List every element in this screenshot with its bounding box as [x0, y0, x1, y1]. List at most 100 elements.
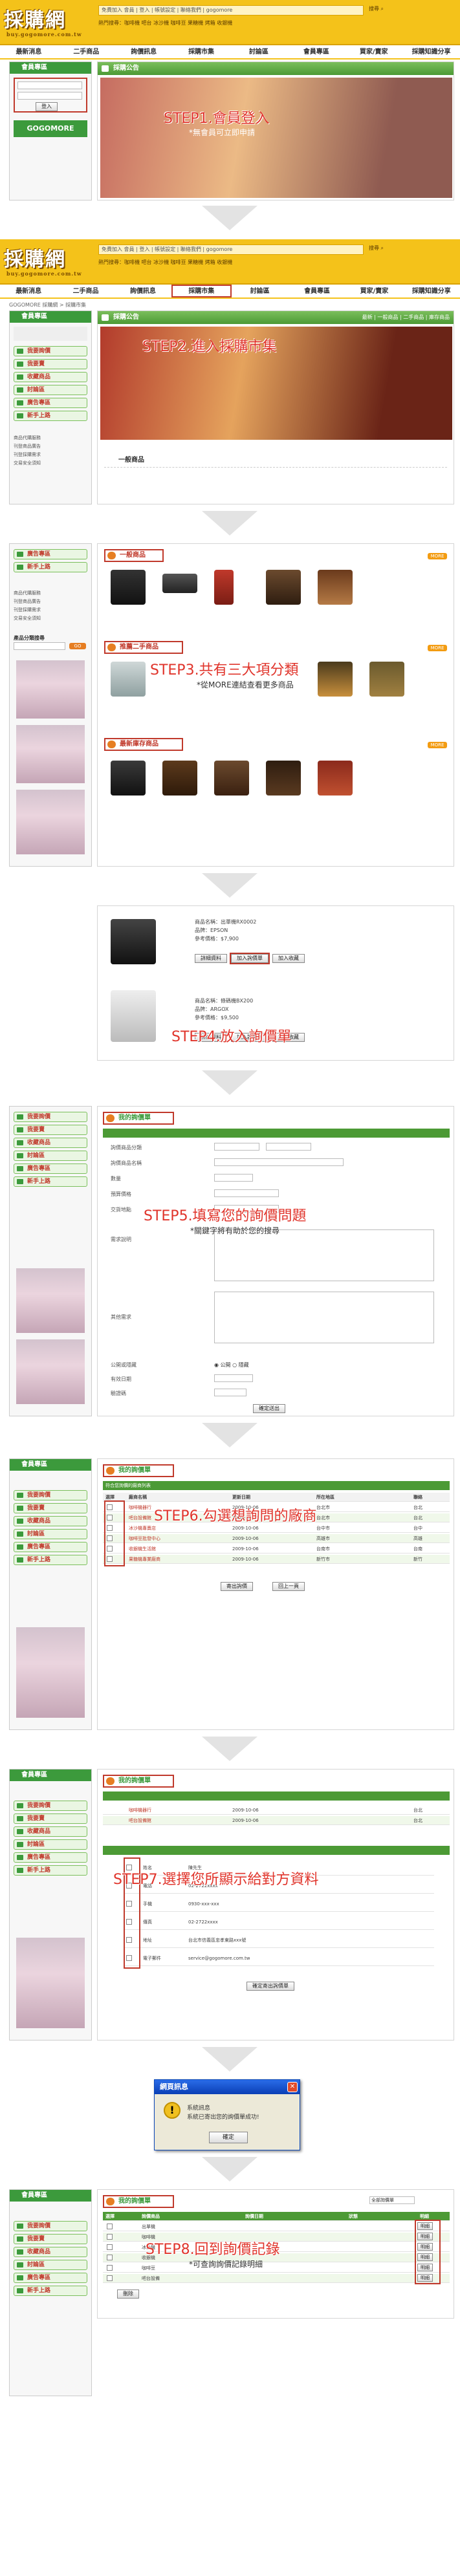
sidebar-link[interactable]: 刊登商品廣告	[14, 442, 87, 451]
nav-item-news[interactable]: 最新消息	[0, 45, 58, 58]
sidebar-link[interactable]: 刊登採購需求	[14, 451, 87, 459]
visibility-radios[interactable]: ◉ 公開 ○ 隱藏	[214, 1361, 249, 1369]
record-checkbox[interactable]	[107, 2265, 113, 2271]
delete-button[interactable]: 刪除	[117, 2289, 139, 2299]
sidebar-ad-image[interactable]	[16, 790, 85, 854]
sidebar-link[interactable]: 刊登商品廣告	[14, 598, 87, 606]
sidebar-ad-image[interactable]	[16, 1627, 85, 1718]
subcategory-select[interactable]	[266, 1143, 311, 1151]
product-image[interactable]	[111, 919, 156, 964]
nav-item-forum[interactable]: 討論區	[232, 285, 289, 298]
send-inquiry-button[interactable]: 確定寄出詢價單	[246, 1982, 294, 1991]
sidebar-item-sell[interactable]: 我要賣	[14, 1503, 87, 1513]
sidebar-item-newbie[interactable]: 新手上路	[14, 1176, 87, 1187]
radio-public[interactable]: 公開	[221, 1362, 231, 1368]
sidebar-item-inquire[interactable]: 我要詢價	[14, 1112, 87, 1122]
nav-item-knowledge[interactable]: 採購知識分享	[403, 285, 460, 298]
more-stock-link[interactable]: MORE	[428, 742, 447, 748]
sidebar-item-forum[interactable]: 討論區	[14, 1839, 87, 1850]
add-favorite-button[interactable]: 加入收藏	[272, 954, 305, 963]
sidebar-ad-image[interactable]	[16, 1339, 85, 1404]
radio-hidden[interactable]: 隱藏	[239, 1362, 249, 1368]
quantity-input[interactable]	[214, 1174, 253, 1182]
category-select[interactable]	[214, 1143, 259, 1151]
product-image[interactable]	[162, 761, 197, 796]
product-image[interactable]	[318, 570, 353, 605]
site-logo[interactable]: 採購網 buy.gogomore.com.tw	[4, 4, 92, 40]
sidebar-item-sell[interactable]: 我要賣	[14, 1813, 87, 1824]
category-go-button[interactable]: GO	[69, 643, 86, 649]
product-image[interactable]	[266, 761, 301, 796]
sidebar-item-newbie[interactable]: 新手上路	[14, 562, 87, 572]
captcha-input[interactable]	[214, 1389, 246, 1396]
section-used[interactable]: 推薦二手商品	[104, 641, 183, 654]
section-stock[interactable]: 最新庫存商品	[104, 738, 183, 751]
vendor-name[interactable]: 冰沙機專賣店	[129, 1524, 156, 1532]
record-checkbox[interactable]	[107, 2224, 113, 2229]
more-used-link[interactable]: MORE	[428, 645, 447, 651]
budget-input[interactable]	[214, 1189, 279, 1197]
back-button[interactable]: 回上一頁	[272, 1582, 305, 1591]
top-links[interactable]: 熱門搜尋：咖啡機 吧台 冰沙機 咖啡豆 果糖機 烤箱 收銀機	[98, 19, 364, 28]
sidebar-item-favorites[interactable]: 收藏商品	[14, 1826, 87, 1837]
product-image[interactable]	[266, 570, 301, 605]
password-input[interactable]	[17, 92, 82, 100]
other-needs-textarea[interactable]	[214, 1292, 434, 1343]
account-input[interactable]	[17, 81, 82, 89]
top-bar[interactable]: 免費加入 會員 | 登入 | 帳號設定 | 聯絡我們 | gogomore	[98, 5, 364, 16]
sidebar-item-inquire[interactable]: 我要詢價	[14, 2221, 87, 2231]
product-image[interactable]	[111, 570, 146, 605]
product-image[interactable]	[214, 761, 249, 796]
sidebar-link[interactable]: 交易安全須知	[14, 614, 87, 623]
product-name[interactable]: 商品名稱：出單機RX0002	[195, 918, 256, 926]
gogomore-banner[interactable]: GOGOMORE	[14, 120, 87, 137]
close-icon[interactable]: ✕	[287, 2082, 298, 2092]
sidebar-item-inquire[interactable]: 我要詢價	[14, 1490, 87, 1500]
section-general[interactable]: 一般商品	[104, 549, 164, 562]
sidebar-item-forum[interactable]: 討論區	[14, 2260, 87, 2270]
sidebar-item-newbie[interactable]: 新手上路	[14, 1555, 87, 1565]
vendor-name[interactable]: 咖啡機器行	[129, 1806, 151, 1814]
add-to-inquiry-button[interactable]: 加入詢價單	[230, 953, 270, 964]
sidebar-link[interactable]: 商品代購服務	[14, 434, 87, 442]
nav-item-used[interactable]: 二手商品	[57, 285, 114, 298]
nav-item-member[interactable]: 會員專區	[287, 45, 345, 58]
ok-button[interactable]: 確定	[209, 2132, 248, 2143]
submit-inquiry-button[interactable]: 確定送出	[253, 1404, 285, 1413]
sidebar-item-favorites[interactable]: 收藏商品	[14, 372, 87, 382]
nav-item-inquiry[interactable]: 詢價訊息	[115, 285, 171, 298]
record-checkbox[interactable]	[107, 2255, 113, 2260]
sidebar-item-ads[interactable]: 廣告專區	[14, 1852, 87, 1863]
breadcrumb[interactable]: GOGOMORE 採購網 > 採購市集	[9, 301, 86, 308]
record-checkbox[interactable]	[107, 2275, 113, 2281]
nav-item-news[interactable]: 最新消息	[0, 285, 57, 298]
sidebar-item-forum[interactable]: 討論區	[14, 385, 87, 395]
sidebar-item-ads[interactable]: 廣告專區	[14, 1164, 87, 1174]
expiry-select[interactable]	[214, 1374, 253, 1382]
product-name[interactable]: 商品名稱：條碼機BX200	[195, 997, 253, 1005]
top-links[interactable]: 熱門搜尋：咖啡機 吧台 冰沙機 咖啡豆 果糖機 烤箱 收銀機	[98, 259, 364, 268]
sidebar-item-favorites[interactable]: 收藏商品	[14, 1516, 87, 1526]
sidebar-link[interactable]: 交易安全須知	[14, 459, 87, 468]
sidebar-item-sell[interactable]: 我要賣	[14, 1125, 87, 1135]
product-image[interactable]	[162, 574, 197, 593]
promo-banner-image[interactable]	[100, 78, 452, 198]
sidebar-item-newbie[interactable]: 新手上路	[14, 1865, 87, 1876]
sidebar-item-favorites[interactable]: 收藏商品	[14, 2247, 87, 2257]
nav-item-buyer-seller[interactable]: 買家/賣家	[345, 45, 402, 58]
product-image[interactable]	[111, 761, 146, 796]
sidebar-ad-image[interactable]	[16, 1268, 85, 1333]
vendor-name[interactable]: 吧台設備館	[129, 1513, 151, 1522]
description-textarea[interactable]	[214, 1229, 434, 1281]
record-checkbox[interactable]	[107, 2234, 113, 2240]
vendor-name[interactable]: 收銀機生活館	[129, 1544, 156, 1553]
vendor-name[interactable]: 咖啡豆批發中心	[129, 1534, 160, 1542]
sidebar-item-ads[interactable]: 廣告專區	[14, 2273, 87, 2283]
sidebar-ad-image[interactable]	[16, 1938, 85, 2028]
nav-item-forum[interactable]: 討論區	[230, 45, 288, 58]
send-inquiry-button[interactable]: 寄出詢價	[221, 1582, 253, 1591]
more-general-link[interactable]: MORE	[428, 553, 447, 559]
nav-item-market[interactable]: 採購市集	[171, 285, 232, 298]
sidebar-item-newbie[interactable]: 新手上路	[14, 411, 87, 421]
sidebar-item-forum[interactable]: 討論區	[14, 1529, 87, 1539]
